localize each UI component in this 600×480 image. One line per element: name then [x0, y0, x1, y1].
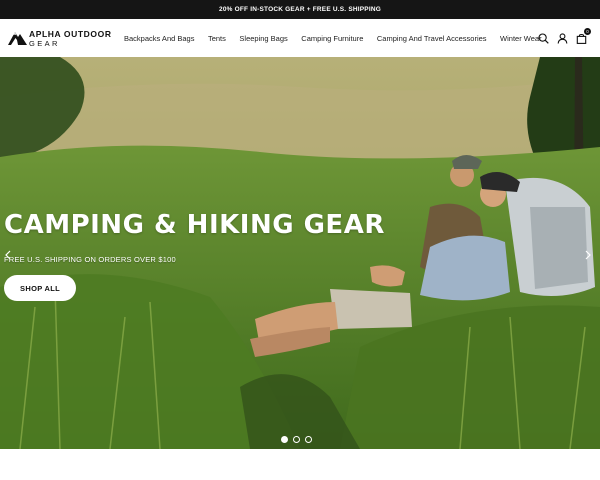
- brand-name: APLHA OUTDOOR: [29, 29, 112, 39]
- brand-logo[interactable]: APLHA OUTDOOR GEAR: [8, 28, 118, 50]
- search-icon: [537, 32, 549, 44]
- hero-title: CAMPING & HIKING GEAR: [4, 210, 385, 240]
- nav-item-sleeping-bags[interactable]: Sleeping Bags: [239, 34, 287, 43]
- nav-item-camping-furniture[interactable]: Camping Furniture: [301, 34, 363, 43]
- nav-item-tents[interactable]: Tents: [208, 34, 226, 43]
- nav-item-backpacks[interactable]: Backpacks And Bags: [124, 34, 194, 43]
- mountain-logo-icon: [8, 32, 27, 45]
- site-header: APLHA OUTDOOR GEAR Backpacks And Bags Te…: [0, 19, 600, 57]
- brand-tagline: GEAR: [29, 39, 60, 48]
- slider-pagination: [281, 436, 317, 443]
- nav-item-accessories[interactable]: Camping And Travel Accessories: [377, 34, 487, 43]
- chevron-right-icon: [585, 250, 591, 260]
- hero-subtitle: FREE U.S. SHIPPING ON ORDERS OVER $100: [4, 255, 176, 264]
- header-icons: 0: [531, 19, 591, 57]
- hero-banner: CAMPING & HIKING GEAR FREE U.S. SHIPPING…: [0, 57, 600, 449]
- hero-image: [0, 57, 600, 449]
- slider-dot[interactable]: [305, 436, 312, 443]
- main-nav: Backpacks And Bags Tents Sleeping Bags C…: [124, 19, 555, 57]
- announcement-bar: 20% OFF IN-STOCK GEAR + FREE U.S. SHIPPI…: [0, 0, 600, 19]
- search-button[interactable]: [536, 31, 550, 45]
- slider-dot[interactable]: [281, 436, 288, 443]
- shop-all-button[interactable]: SHOP ALL: [4, 275, 76, 301]
- account-button[interactable]: [555, 31, 569, 45]
- slider-next-button[interactable]: [583, 247, 593, 263]
- user-icon: [557, 32, 567, 44]
- announcement-text: 20% OFF IN-STOCK GEAR + FREE U.S. SHIPPI…: [219, 6, 381, 13]
- cart-button[interactable]: 0: [574, 28, 591, 45]
- page-content-below: [0, 449, 600, 480]
- cart-count-badge: 0: [584, 28, 591, 35]
- slider-dot[interactable]: [293, 436, 300, 443]
